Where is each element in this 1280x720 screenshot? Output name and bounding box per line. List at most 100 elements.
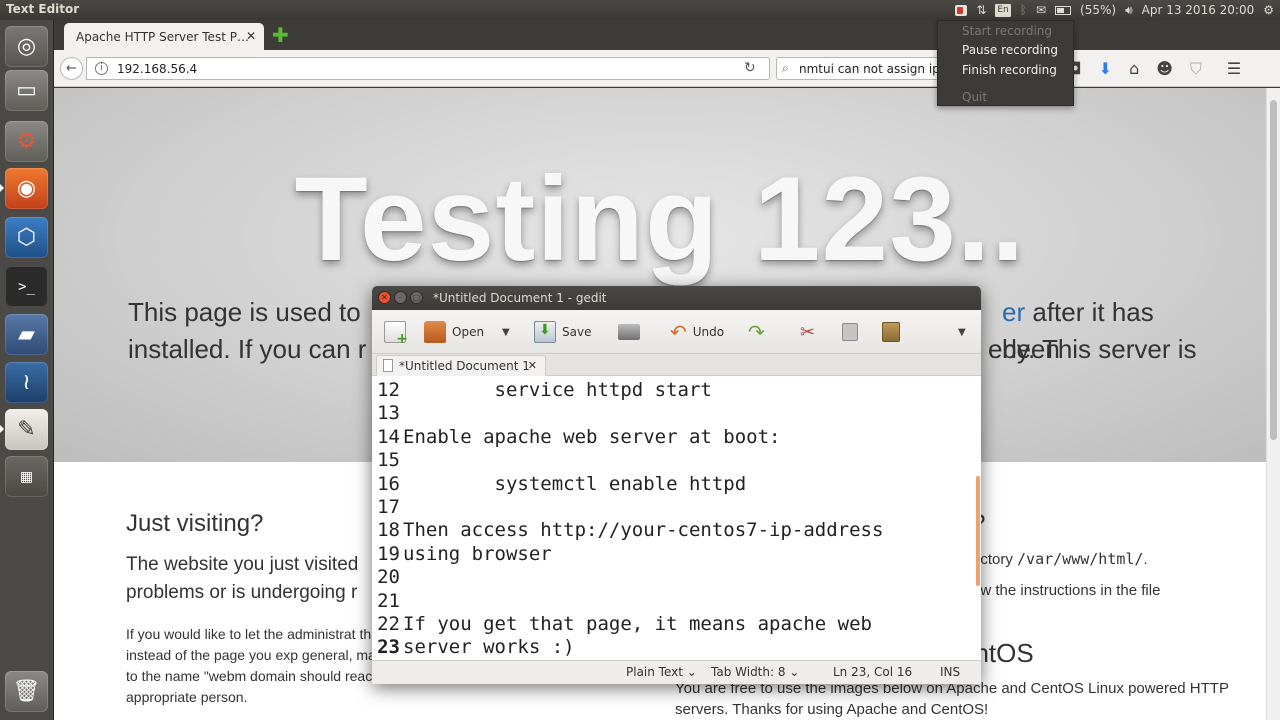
menu-item-finish-recording[interactable]: Finish recording [962, 63, 1057, 77]
line-text: Then access http://your-centos7-ip-addre… [403, 519, 884, 542]
maximize-icon[interactable]: □ [410, 291, 423, 304]
volume-icon[interactable]: 🔊︎ [1125, 0, 1133, 20]
files-icon[interactable]: ▭ [5, 70, 48, 111]
clock[interactable]: Apr 13 2016 20:00 [1142, 0, 1255, 20]
line-text: Enable apache web server at boot: [403, 425, 781, 448]
editor-line[interactable]: 14 Enable apache web server at boot: [372, 425, 781, 449]
editor-scroll-indicator[interactable] [976, 476, 980, 586]
close-icon[interactable]: ✕ [378, 291, 391, 304]
print-button[interactable] [618, 318, 640, 346]
info-icon[interactable]: i [95, 62, 108, 75]
system-settings-icon[interactable]: ⚙ [5, 121, 48, 162]
ubuntu-dash-icon[interactable]: ◎ [5, 26, 48, 67]
back-button[interactable]: ← [60, 57, 83, 80]
recorder-icon[interactable] [955, 4, 968, 16]
firefox-icon[interactable]: ◉ [5, 168, 48, 209]
paste-icon [882, 322, 900, 342]
line-number: 14 [377, 425, 400, 448]
scissors-icon: ✂ [800, 321, 816, 343]
print-icon [618, 324, 640, 340]
search-icon: ⌕ [782, 61, 789, 75]
menu-icon[interactable]: ☰ [1227, 59, 1241, 79]
chat-icon[interactable]: ☻ [1156, 59, 1173, 79]
search-input[interactable]: ⌕ nmtui can not assign ip ad [776, 57, 946, 80]
menu-item-quit: Quit [962, 90, 988, 104]
editor-line[interactable]: 17 [372, 496, 403, 519]
toolbar-overflow-button[interactable]: ▼ [958, 318, 966, 346]
chevron-down-icon: ▼ [958, 326, 966, 338]
trash-icon[interactable]: 🗑︎ [5, 671, 48, 712]
document-tab[interactable]: *Untitled Document 1 ✕ [376, 355, 546, 376]
hero-line2-left: installed. If you can r [128, 334, 367, 364]
menu-item-pause-recording[interactable]: Pause recording [962, 43, 1058, 57]
open-button[interactable]: Open [424, 318, 484, 346]
gear-icon[interactable]: ⚙ [1263, 0, 1274, 20]
url-input[interactable]: i 192.168.56.4 [86, 57, 770, 80]
line-number: 23 [377, 636, 400, 659]
editor-line[interactable]: 22 If you get that page, it means apache … [372, 613, 872, 636]
bluetooth-icon[interactable]: ᛒ [1020, 0, 1027, 20]
paste-button[interactable] [882, 318, 900, 346]
line-text: server works :) [403, 636, 575, 659]
document-tab-label: *Untitled Document 1 [399, 359, 530, 373]
editor-line[interactable]: 16 systemctl enable httpd [372, 473, 746, 496]
keyboard-layout-indicator[interactable]: En [995, 3, 1011, 17]
minimize-icon[interactable]: – [394, 291, 407, 304]
page-scrollbar[interactable] [1266, 88, 1280, 720]
editor-line[interactable]: 19 using browser [372, 543, 552, 566]
document-icon [383, 359, 393, 372]
hero-link[interactable]: er [1002, 297, 1025, 327]
disk-icon[interactable]: ▰ [5, 314, 48, 355]
terminal-icon[interactable]: >_ [5, 266, 48, 307]
gedit-titlebar[interactable]: ✕ – □ *Untitled Document 1 - gedit [372, 286, 981, 310]
home-icon[interactable]: ⌂ [1129, 59, 1139, 79]
editor-line[interactable]: 13 [372, 402, 403, 425]
virtualbox-icon[interactable]: ⬡ [5, 217, 48, 258]
browser-tab[interactable]: Apache HTTP Server Test P… ✕ [64, 23, 264, 50]
line-number: 12 [377, 379, 400, 401]
save-button[interactable]: Save [534, 318, 591, 346]
language-selector[interactable]: Plain Text ⌄ [626, 665, 697, 679]
text-editor-icon[interactable]: ✎ [5, 409, 48, 450]
undo-button[interactable]: ↶ Undo [670, 318, 724, 346]
reload-icon[interactable]: ↻ [744, 57, 756, 80]
window-title: *Untitled Document 1 - gedit [433, 291, 607, 305]
new-tab-button[interactable]: ✚ [272, 23, 289, 47]
open-recent-dropdown[interactable]: ▼ [502, 318, 510, 346]
download-icon[interactable]: ⬇ [1099, 59, 1112, 79]
line-text: systemctl enable httpd [403, 472, 747, 495]
battery-percent[interactable]: (55%) [1080, 0, 1116, 20]
line-number: 13 [377, 402, 400, 425]
close-icon[interactable]: ✕ [246, 29, 256, 43]
text-editor-area[interactable]: 12 service httpd start 13 14 Enable apache … [372, 376, 981, 660]
editor-line[interactable]: 20 [372, 566, 403, 589]
line-number: 16 [377, 472, 400, 495]
line-text: If you get that page, it means apache we… [403, 613, 872, 635]
network-icon[interactable]: ⇅ [976, 0, 986, 20]
save-icon [534, 321, 556, 343]
cut-button[interactable]: ✂ [800, 318, 815, 346]
editor-line[interactable]: 15 [372, 449, 403, 472]
mail-icon[interactable]: ✉ [1036, 0, 1046, 20]
save-label: Save [562, 325, 592, 339]
tab-width-selector[interactable]: Tab Width: 8 ⌄ [711, 665, 799, 679]
new-document-button[interactable] [384, 318, 408, 347]
hero-line1-left: This page is used to [128, 297, 361, 327]
line-text: service httpd start [403, 379, 712, 401]
editor-line[interactable]: 21 [372, 590, 403, 613]
open-label: Open [452, 325, 485, 339]
editor-line[interactable]: 23 server works :) [372, 636, 575, 659]
editor-line[interactable]: 12 service httpd start [372, 379, 712, 402]
shield-icon[interactable]: ⛉ [1190, 59, 1202, 79]
battery-icon[interactable] [1055, 5, 1072, 15]
editor-line[interactable]: 18 Then access http://your-centos7-ip-add… [372, 519, 883, 542]
line-number: 20 [377, 566, 400, 589]
section-heading-visiting: Just visiting? [126, 510, 264, 537]
scroll-thumb[interactable] [1270, 100, 1277, 440]
workspace-switcher-icon[interactable]: ▦ [5, 456, 48, 497]
new-document-icon [384, 321, 408, 347]
copy-button[interactable] [842, 318, 858, 346]
close-icon[interactable]: ✕ [528, 359, 537, 372]
mysql-workbench-icon[interactable]: ≀ [5, 362, 48, 403]
redo-button[interactable]: ↷ [748, 318, 765, 346]
